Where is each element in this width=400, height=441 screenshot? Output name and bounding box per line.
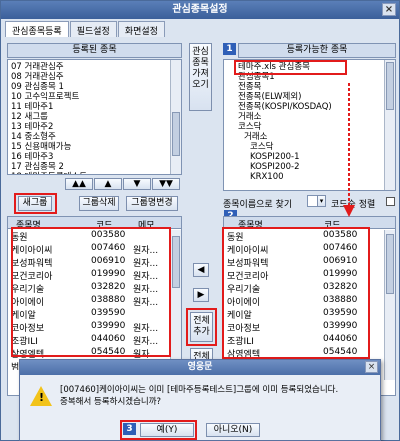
selected-category-highlight [234, 60, 347, 75]
guide-arrow-icon [343, 83, 355, 217]
group-list-panel: 07 거래관심주 08 거래관심주 09 관심종목 1 10 고수익프로젝트 11 테마… [7, 59, 182, 175]
code-order-checkbox[interactable] [386, 197, 395, 206]
move-top-button[interactable]: ▲▲ [65, 178, 93, 190]
dropdown-arrow-icon[interactable]: ▾ [317, 195, 326, 207]
move-down-button[interactable]: ▼ [123, 178, 151, 190]
group-list-item[interactable]: 09 관심종목 1 [11, 82, 169, 92]
available-header: 등록가능한 종목 [238, 43, 396, 58]
dialog-message-line1: [007460]케이아이씨는 이미 [테마주등록테스트]그룹에 이미 등록되었습… [60, 385, 339, 395]
group-list-item[interactable]: 15 신용매매가능 [11, 142, 169, 152]
window-title: 관심종목설정 [172, 4, 228, 15]
group-rename-button[interactable]: 그룹명변경 [126, 196, 178, 211]
available-stocks-highlight [222, 227, 370, 359]
new-group-highlight [14, 193, 57, 214]
no-button[interactable]: 아니오(N) [206, 423, 260, 437]
import-favorites-button[interactable]: 관심 종목 가져 오기 [189, 43, 212, 111]
category-scrollbar[interactable] [384, 60, 395, 190]
registered-header: 등록된 종목 [7, 43, 182, 58]
group-list-item[interactable]: 14 중소형주 [11, 132, 169, 142]
group-list-item[interactable]: 10 고수익프로젝트 [11, 92, 169, 102]
dialog-message: [007460]케이아이씨는 이미 [테마주등록테스트]그룹에 이미 등록되었습… [60, 384, 338, 408]
step-badge-1: 1 [223, 43, 236, 55]
dialog-close-icon[interactable]: × [365, 361, 378, 373]
registered-table-scrollbar[interactable] [170, 230, 181, 370]
dialog-message-line2: 중복해서 등록하시겠습니까? [60, 397, 162, 407]
group-list-item[interactable]: 16 테마주3 [11, 152, 169, 162]
category-list-panel: 테마주.xls 관심종목 관심종목1 전종목 전종목(ELW제외) 전종목(KOSPI/… [223, 59, 396, 191]
warning-icon: ! [30, 386, 52, 406]
interest-settings-window: 관심종목설정 × 관심종목등록 필드설정 화면설정 등록된 종목 07 거래관심… [0, 0, 400, 441]
add-arrow-button[interactable]: ◀ [193, 263, 209, 277]
group-list-scrollbar[interactable] [170, 60, 181, 174]
confirm-dialog: 영웅문 × ! [007460]케이아이씨는 이미 [테마주등록테스트]그룹에 … [19, 359, 381, 441]
group-list-item[interactable]: 08 거래관심주 [11, 72, 169, 82]
group-list-item[interactable]: 11 테마주1 [11, 102, 169, 112]
tab-register[interactable]: 관심종목등록 [5, 21, 69, 37]
move-bottom-button[interactable]: ▼▼ [152, 178, 180, 190]
group-list-item[interactable]: 18 테마주등록테스트 [11, 172, 169, 174]
yes-button-highlight [120, 420, 197, 440]
tab-screen-settings[interactable]: 화면설정 [117, 21, 165, 37]
group-list: 07 거래관심주 08 거래관심주 09 관심종목 1 10 고수익프로젝트 11 테마… [11, 62, 169, 174]
group-delete-button[interactable]: 그룹삭제 [79, 196, 119, 211]
tab-field-settings[interactable]: 필드설정 [69, 21, 117, 37]
tab-bar: 관심종목등록 필드설정 화면설정 [5, 21, 166, 37]
group-list-item[interactable]: 17 관심종목 2 [11, 162, 169, 172]
move-up-button[interactable]: ▲ [94, 178, 122, 190]
dialog-title: 영웅문 [20, 360, 380, 375]
add-all-highlight [186, 308, 217, 346]
search-label: 종목이름으로 찾기 [223, 200, 293, 210]
close-icon[interactable]: × [382, 3, 396, 16]
registered-stocks-highlight [11, 227, 171, 357]
remove-arrow-button[interactable]: ▶ [193, 288, 209, 302]
group-list-item[interactable]: 07 거래관심주 [11, 62, 169, 72]
group-list-item[interactable]: 13 테마주2 [11, 122, 169, 132]
available-table-scrollbar[interactable] [384, 230, 395, 380]
group-list-item[interactable]: 12 새그룹 [11, 112, 169, 122]
window-titlebar: 관심종목설정 × [1, 1, 399, 19]
